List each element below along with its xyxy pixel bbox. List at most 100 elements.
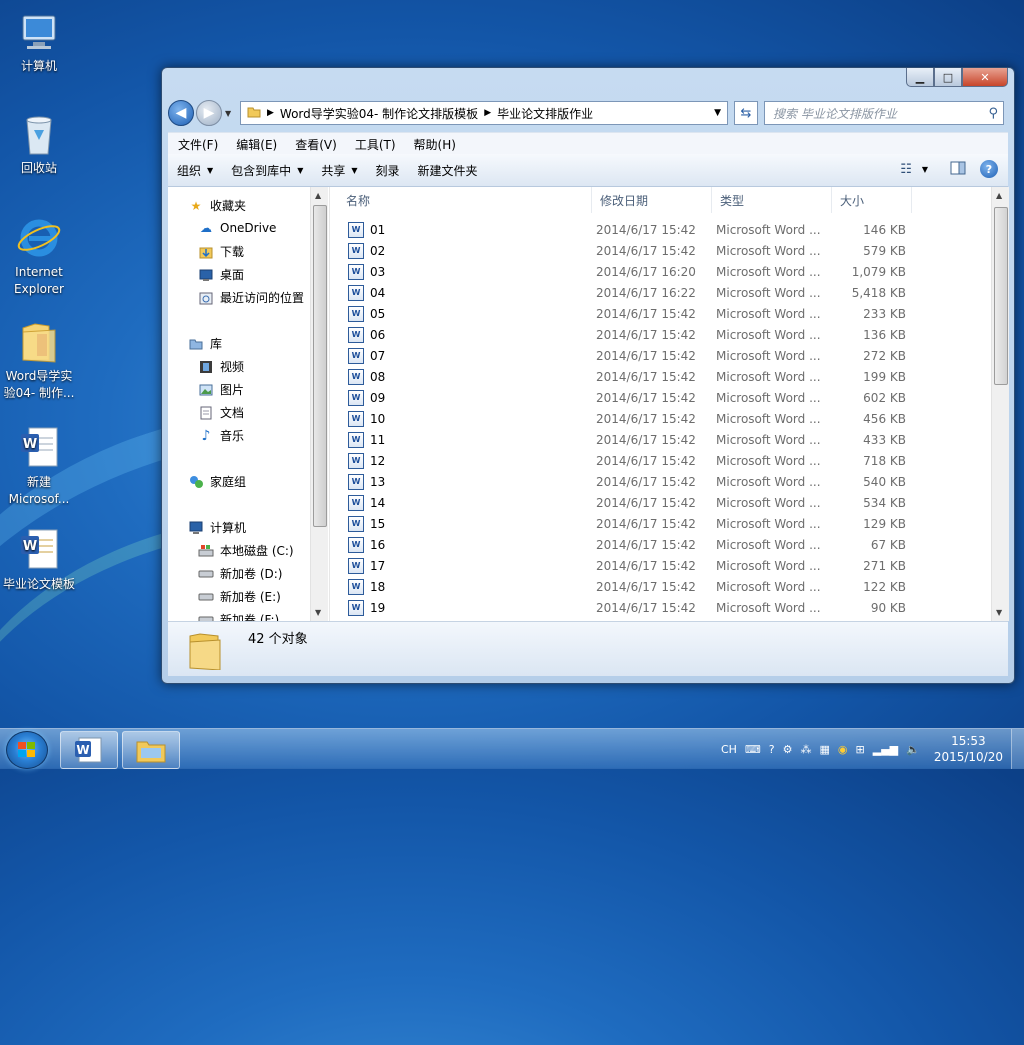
breadcrumb-segment[interactable]: Word导学实验04- 制作论文排版模板 (280, 105, 478, 122)
new-folder-button[interactable]: 新建文件夹 (409, 162, 487, 179)
nav-computer[interactable]: 计算机 (188, 519, 246, 536)
table-row[interactable]: W 18 2014/6/17 15:42 Microsoft Word ... 122 … (330, 576, 990, 597)
scroll-up-icon[interactable]: ▲ (996, 191, 1002, 200)
clock[interactable]: 15:53 2015/10/20 (934, 733, 1003, 765)
table-row[interactable]: W 10 2014/6/17 15:42 Microsoft Word ... 456 … (330, 408, 990, 429)
table-row[interactable]: W 04 2014/6/17 16:22 Microsoft Word ... 5,41… (330, 282, 990, 303)
nav-drive-f[interactable]: 新加卷 (F:) (198, 611, 279, 621)
table-row[interactable]: W 06 2014/6/17 15:42 Microsoft Word ... 136 … (330, 324, 990, 345)
search-input[interactable]: 搜索 毕业论文排版作业 ⚲ (764, 101, 1004, 125)
taskbar-word-button[interactable]: W (60, 731, 118, 769)
close-button[interactable]: ✕ (962, 68, 1008, 87)
chevron-down-icon[interactable]: ▼ (922, 165, 928, 174)
table-row[interactable]: W 16 2014/6/17 15:42 Microsoft Word ... 67 K… (330, 534, 990, 555)
table-row[interactable]: W 15 2014/6/17 15:42 Microsoft Word ... 129 … (330, 513, 990, 534)
address-bar[interactable]: ▶ Word导学实验04- 制作论文排版模板 ▶ 毕业论文排版作业 ▼ (240, 101, 728, 125)
nav-downloads[interactable]: 下载 (198, 243, 244, 260)
desktop-icon-thesis-template[interactable]: W 毕业论文模板 (0, 526, 78, 593)
column-header-date[interactable]: 修改日期 (592, 187, 712, 213)
nav-homegroup[interactable]: 家庭组 (188, 473, 246, 490)
table-row[interactable]: W 12 2014/6/17 15:42 Microsoft Word ... 718 … (330, 450, 990, 471)
signal-strength-icon[interactable]: ▂▄▆ (873, 743, 898, 756)
nav-onedrive[interactable]: ☁ OneDrive (198, 220, 276, 236)
tray-expand-icon[interactable]: ⁂ (801, 743, 812, 756)
cloud-icon: ☁ (200, 221, 212, 235)
table-row[interactable]: W 17 2014/6/17 15:42 Microsoft Word ... 271 … (330, 555, 990, 576)
maximize-button[interactable]: □ (934, 68, 962, 87)
refresh-button[interactable]: ⇆ (734, 101, 758, 125)
taskbar-explorer-button[interactable] (122, 731, 180, 769)
scroll-down-icon[interactable]: ▼ (315, 608, 321, 617)
menu-edit[interactable]: 编辑(E) (228, 136, 285, 153)
table-row[interactable]: W 01 2014/6/17 15:42 Microsoft Word ... 146 … (330, 219, 990, 240)
desktop-icon-internet-explorer[interactable]: Internet Explorer (0, 214, 78, 298)
nav-videos[interactable]: 视频 (198, 358, 244, 375)
include-library-button[interactable]: 包含到库中 ▼ (222, 162, 312, 179)
windows-flag-icon[interactable]: ⊞ (856, 743, 865, 756)
nav-favorites[interactable]: ★ 收藏夹 (188, 197, 246, 214)
nav-music[interactable]: ♪ 音乐 (198, 427, 244, 444)
help-icon[interactable]: ? (769, 743, 775, 756)
start-button[interactable] (6, 731, 48, 769)
table-row[interactable]: W 13 2014/6/17 15:42 Microsoft Word ... 540 … (330, 471, 990, 492)
back-button[interactable]: ◀ (168, 100, 194, 126)
nav-libraries[interactable]: 库 (188, 335, 222, 352)
table-row[interactable]: W 19 2014/6/17 15:42 Microsoft Word ... 90 K… (330, 597, 990, 618)
view-options-icon[interactable]: ☷ (900, 162, 912, 177)
menu-help[interactable]: 帮助(H) (406, 136, 464, 153)
menu-file[interactable]: 文件(F) (170, 136, 226, 153)
nav-drive-e[interactable]: 新加卷 (E:) (198, 588, 281, 605)
file-list-scrollbar[interactable]: ▲ ▼ (991, 187, 1009, 621)
desktop-icon-computer[interactable]: 计算机 (0, 8, 78, 75)
nav-scrollbar[interactable]: ▲ ▼ (310, 187, 328, 621)
volume-icon[interactable]: 🔈 (906, 743, 920, 756)
history-dropdown-icon[interactable]: ▼ (225, 109, 231, 118)
table-row[interactable]: W 08 2014/6/17 15:42 Microsoft Word ... 199 … (330, 366, 990, 387)
share-button[interactable]: 共享 ▼ (312, 162, 366, 179)
nav-recent[interactable]: 最近访问的位置 (198, 289, 304, 306)
word-document-icon: W (348, 557, 364, 574)
menu-tools[interactable]: 工具(T) (347, 136, 404, 153)
show-desktop-button[interactable] (1011, 729, 1024, 769)
organize-button[interactable]: 组织 ▼ (168, 162, 222, 179)
search-icon[interactable]: ⚲ (988, 106, 998, 121)
table-row[interactable]: W 02 2014/6/17 15:42 Microsoft Word ... 579 … (330, 240, 990, 261)
language-indicator[interactable]: CH (721, 743, 737, 756)
chevron-right-icon[interactable]: ▶ (267, 108, 274, 118)
burn-button[interactable]: 刻录 (367, 162, 409, 179)
menu-view[interactable]: 查看(V) (287, 136, 345, 153)
table-row[interactable]: W 05 2014/6/17 15:42 Microsoft Word ... 233 … (330, 303, 990, 324)
desktop-icon-recycle-bin[interactable]: 回收站 (0, 110, 78, 177)
forward-button[interactable]: ▶ (196, 100, 222, 126)
security-icon[interactable]: ◉ (838, 743, 848, 756)
column-header-type[interactable]: 类型 (712, 187, 832, 213)
scroll-up-icon[interactable]: ▲ (315, 191, 321, 200)
nav-pictures[interactable]: 图片 (198, 381, 244, 398)
nav-drive-d[interactable]: 新加卷 (D:) (198, 565, 282, 582)
table-row[interactable]: W 14 2014/6/17 15:42 Microsoft Word ... 534 … (330, 492, 990, 513)
breadcrumb-segment[interactable]: 毕业论文排版作业 (497, 105, 593, 122)
scroll-down-icon[interactable]: ▼ (996, 608, 1002, 617)
tray-settings-icon[interactable]: ⚙ (783, 743, 793, 756)
desktop-icon-folder[interactable]: Word导学实验04- 制作... (0, 318, 78, 402)
help-button[interactable]: ? (980, 160, 998, 178)
table-row[interactable]: W 11 2014/6/17 15:42 Microsoft Word ... 433 … (330, 429, 990, 450)
scroll-thumb[interactable] (994, 207, 1008, 385)
table-row[interactable]: W 03 2014/6/17 16:20 Microsoft Word ... 1,07… (330, 261, 990, 282)
nav-drive-c[interactable]: 本地磁盘 (C:) (198, 542, 294, 559)
keyboard-icon[interactable]: ⌨ (745, 743, 761, 756)
desktop-icon-new-word-doc[interactable]: W 新建 Microsof... (0, 424, 78, 508)
file-type: Microsoft Word ... (716, 327, 821, 342)
nav-desktop[interactable]: 桌面 (198, 266, 244, 283)
network-device-icon[interactable]: ▦ (820, 743, 830, 756)
scroll-thumb[interactable] (313, 205, 327, 527)
table-row[interactable]: W 09 2014/6/17 15:42 Microsoft Word ... 602 … (330, 387, 990, 408)
chevron-down-icon[interactable]: ▼ (714, 108, 721, 118)
minimize-button[interactable]: ▁ (906, 68, 934, 87)
nav-documents[interactable]: 文档 (198, 404, 244, 421)
preview-pane-icon[interactable] (950, 161, 966, 178)
column-header-name[interactable]: 名称 (330, 187, 592, 213)
chevron-right-icon[interactable]: ▶ (484, 108, 491, 118)
table-row[interactable]: W 07 2014/6/17 15:42 Microsoft Word ... 272 … (330, 345, 990, 366)
column-header-size[interactable]: 大小 (832, 187, 912, 213)
